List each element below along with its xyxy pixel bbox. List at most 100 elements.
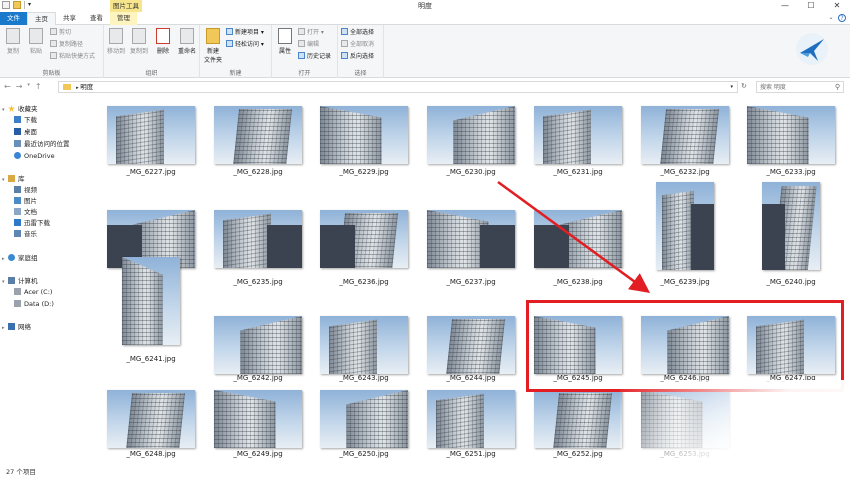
- new-item-button[interactable]: 新建项目 ▾: [226, 28, 264, 38]
- image-thumbnail[interactable]: [656, 182, 714, 270]
- help-icon[interactable]: ?: [838, 14, 846, 22]
- file-tile[interactable]: _MG_6229.jpg: [319, 104, 419, 204]
- sidebar-item-documents[interactable]: 文档: [14, 207, 37, 217]
- copy-path-button[interactable]: 复制路径: [50, 40, 83, 50]
- copy-button[interactable]: 复制: [2, 28, 24, 55]
- select-all-button[interactable]: 全部选择: [341, 28, 374, 38]
- sidebar-item-libraries[interactable]: ▾ 库: [2, 174, 25, 184]
- image-thumbnail[interactable]: [122, 257, 180, 345]
- image-thumbnail[interactable]: [107, 106, 195, 164]
- move-to-button[interactable]: 移动到: [105, 28, 127, 55]
- file-name[interactable]: _MG_6230.jpg: [421, 168, 521, 176]
- image-thumbnail[interactable]: [534, 210, 622, 268]
- file-name[interactable]: _MG_6252.jpg: [528, 450, 628, 458]
- image-thumbnail[interactable]: [534, 390, 622, 448]
- close-button[interactable]: ✕: [824, 0, 850, 12]
- file-name[interactable]: _MG_6242.jpg: [208, 374, 308, 382]
- address-bar[interactable]: ▸ 明度 ▾: [58, 81, 738, 93]
- image-thumbnail[interactable]: [427, 316, 515, 374]
- file-name[interactable]: _MG_6251.jpg: [421, 450, 521, 458]
- history-button[interactable]: 历史记录: [298, 52, 331, 62]
- image-thumbnail[interactable]: [427, 106, 515, 164]
- tab-home[interactable]: 主页: [27, 12, 56, 25]
- file-tile[interactable]: _MG_6249.jpg: [213, 390, 313, 460]
- file-name[interactable]: _MG_6231.jpg: [528, 168, 628, 176]
- image-thumbnail[interactable]: [762, 182, 820, 270]
- image-thumbnail[interactable]: [427, 390, 515, 448]
- file-tile[interactable]: _MG_6242.jpg: [213, 285, 313, 385]
- minimize-button[interactable]: —: [772, 0, 798, 12]
- delete-button[interactable]: 删除: [152, 28, 174, 55]
- file-name[interactable]: _MG_6232.jpg: [635, 168, 735, 176]
- paste-button[interactable]: 粘贴: [25, 28, 47, 55]
- paste-shortcut-button[interactable]: 粘贴快捷方式: [50, 52, 95, 62]
- sidebar-item-downloads[interactable]: 下载: [14, 115, 37, 125]
- sidebar-item-favorites[interactable]: ▾ 收藏夹: [2, 104, 38, 114]
- file-name[interactable]: _MG_6249.jpg: [208, 450, 308, 458]
- tab-view[interactable]: 查看: [83, 12, 110, 25]
- file-tile[interactable]: _MG_6243.jpg: [319, 285, 419, 385]
- sidebar-item-music[interactable]: 音乐: [14, 229, 37, 239]
- sidebar-item-recent[interactable]: 最近访问的位置: [14, 139, 70, 149]
- image-thumbnail[interactable]: [214, 316, 302, 374]
- search-box[interactable]: ⚲: [756, 81, 844, 93]
- sidebar-item-computer[interactable]: ▾ 计算机: [2, 276, 38, 286]
- image-thumbnail[interactable]: [641, 106, 729, 164]
- file-tile[interactable]: _MG_6241.jpg: [106, 257, 206, 385]
- file-name[interactable]: _MG_6248.jpg: [102, 450, 201, 458]
- file-tile[interactable]: _MG_6227.jpg: [106, 104, 206, 204]
- image-thumbnail[interactable]: [747, 106, 835, 164]
- file-tile[interactable]: _MG_6252.jpg: [533, 390, 633, 460]
- file-name[interactable]: _MG_6229.jpg: [314, 168, 414, 176]
- image-thumbnail[interactable]: [214, 390, 302, 448]
- address-path[interactable]: 明度: [80, 83, 93, 91]
- rename-button[interactable]: 重命名: [176, 28, 198, 55]
- tab-manage[interactable]: 管理: [110, 12, 137, 25]
- forward-arrow-icon[interactable]: →: [16, 82, 23, 91]
- search-input[interactable]: [757, 82, 831, 92]
- new-folder-button[interactable]: 新建 文件夹: [202, 28, 224, 64]
- file-tile[interactable]: _MG_6244.jpg: [426, 285, 526, 385]
- properties-button[interactable]: 属性: [274, 28, 296, 55]
- address-dropdown-icon[interactable]: ▾: [730, 82, 733, 92]
- file-tile[interactable]: _MG_6231.jpg: [533, 104, 633, 204]
- open-button[interactable]: 打开 ▾: [298, 28, 324, 38]
- back-arrow-icon[interactable]: ←: [4, 82, 11, 91]
- invert-selection-button[interactable]: 反向选择: [341, 52, 374, 62]
- sidebar-item-drive-c[interactable]: Acer (C:): [14, 287, 52, 297]
- image-thumbnail[interactable]: [320, 210, 408, 268]
- recent-dropdown-icon[interactable]: ▾: [27, 82, 30, 91]
- image-thumbnail[interactable]: [214, 106, 302, 164]
- tab-file[interactable]: 文件: [0, 12, 27, 25]
- image-thumbnail[interactable]: [320, 390, 408, 448]
- refresh-icon[interactable]: ↻: [741, 82, 747, 90]
- maximize-button[interactable]: ☐: [798, 0, 824, 12]
- file-name[interactable]: _MG_6233.jpg: [741, 168, 841, 176]
- cut-button[interactable]: 剪切: [50, 28, 71, 38]
- file-tile[interactable]: _MG_6248.jpg: [106, 390, 206, 460]
- file-tile[interactable]: _MG_6230.jpg: [426, 104, 526, 204]
- sidebar-item-pictures[interactable]: 图片: [14, 196, 37, 206]
- file-name[interactable]: _MG_6227.jpg: [102, 168, 201, 176]
- sidebar-item-homegroup[interactable]: ▸ 家庭组: [2, 253, 38, 263]
- file-name[interactable]: _MG_6250.jpg: [314, 450, 414, 458]
- easy-access-button[interactable]: 轻松访问 ▾: [226, 40, 264, 50]
- image-thumbnail[interactable]: [320, 316, 408, 374]
- edit-button[interactable]: 编辑: [298, 40, 319, 50]
- copy-to-button[interactable]: 复制到: [128, 28, 150, 55]
- image-thumbnail[interactable]: [427, 210, 515, 268]
- file-tile[interactable]: _MG_6228.jpg: [213, 104, 313, 204]
- chevron-down-icon[interactable]: ⌄: [827, 14, 835, 22]
- sidebar-item-onedrive[interactable]: OneDrive: [14, 151, 55, 161]
- file-name[interactable]: _MG_6243.jpg: [314, 374, 414, 382]
- file-name[interactable]: _MG_6241.jpg: [102, 355, 201, 363]
- up-arrow-icon[interactable]: ↑: [35, 82, 42, 91]
- image-thumbnail[interactable]: [320, 106, 408, 164]
- sidebar-item-network[interactable]: ▸ 网络: [2, 322, 31, 332]
- image-thumbnail[interactable]: [534, 106, 622, 164]
- sidebar-item-videos[interactable]: 视频: [14, 185, 37, 195]
- tab-share[interactable]: 共享: [56, 12, 83, 25]
- sidebar-item-thunder[interactable]: 迅雷下载: [14, 218, 50, 228]
- file-name[interactable]: _MG_6228.jpg: [208, 168, 308, 176]
- sidebar-item-drive-d[interactable]: Data (D:): [14, 299, 54, 309]
